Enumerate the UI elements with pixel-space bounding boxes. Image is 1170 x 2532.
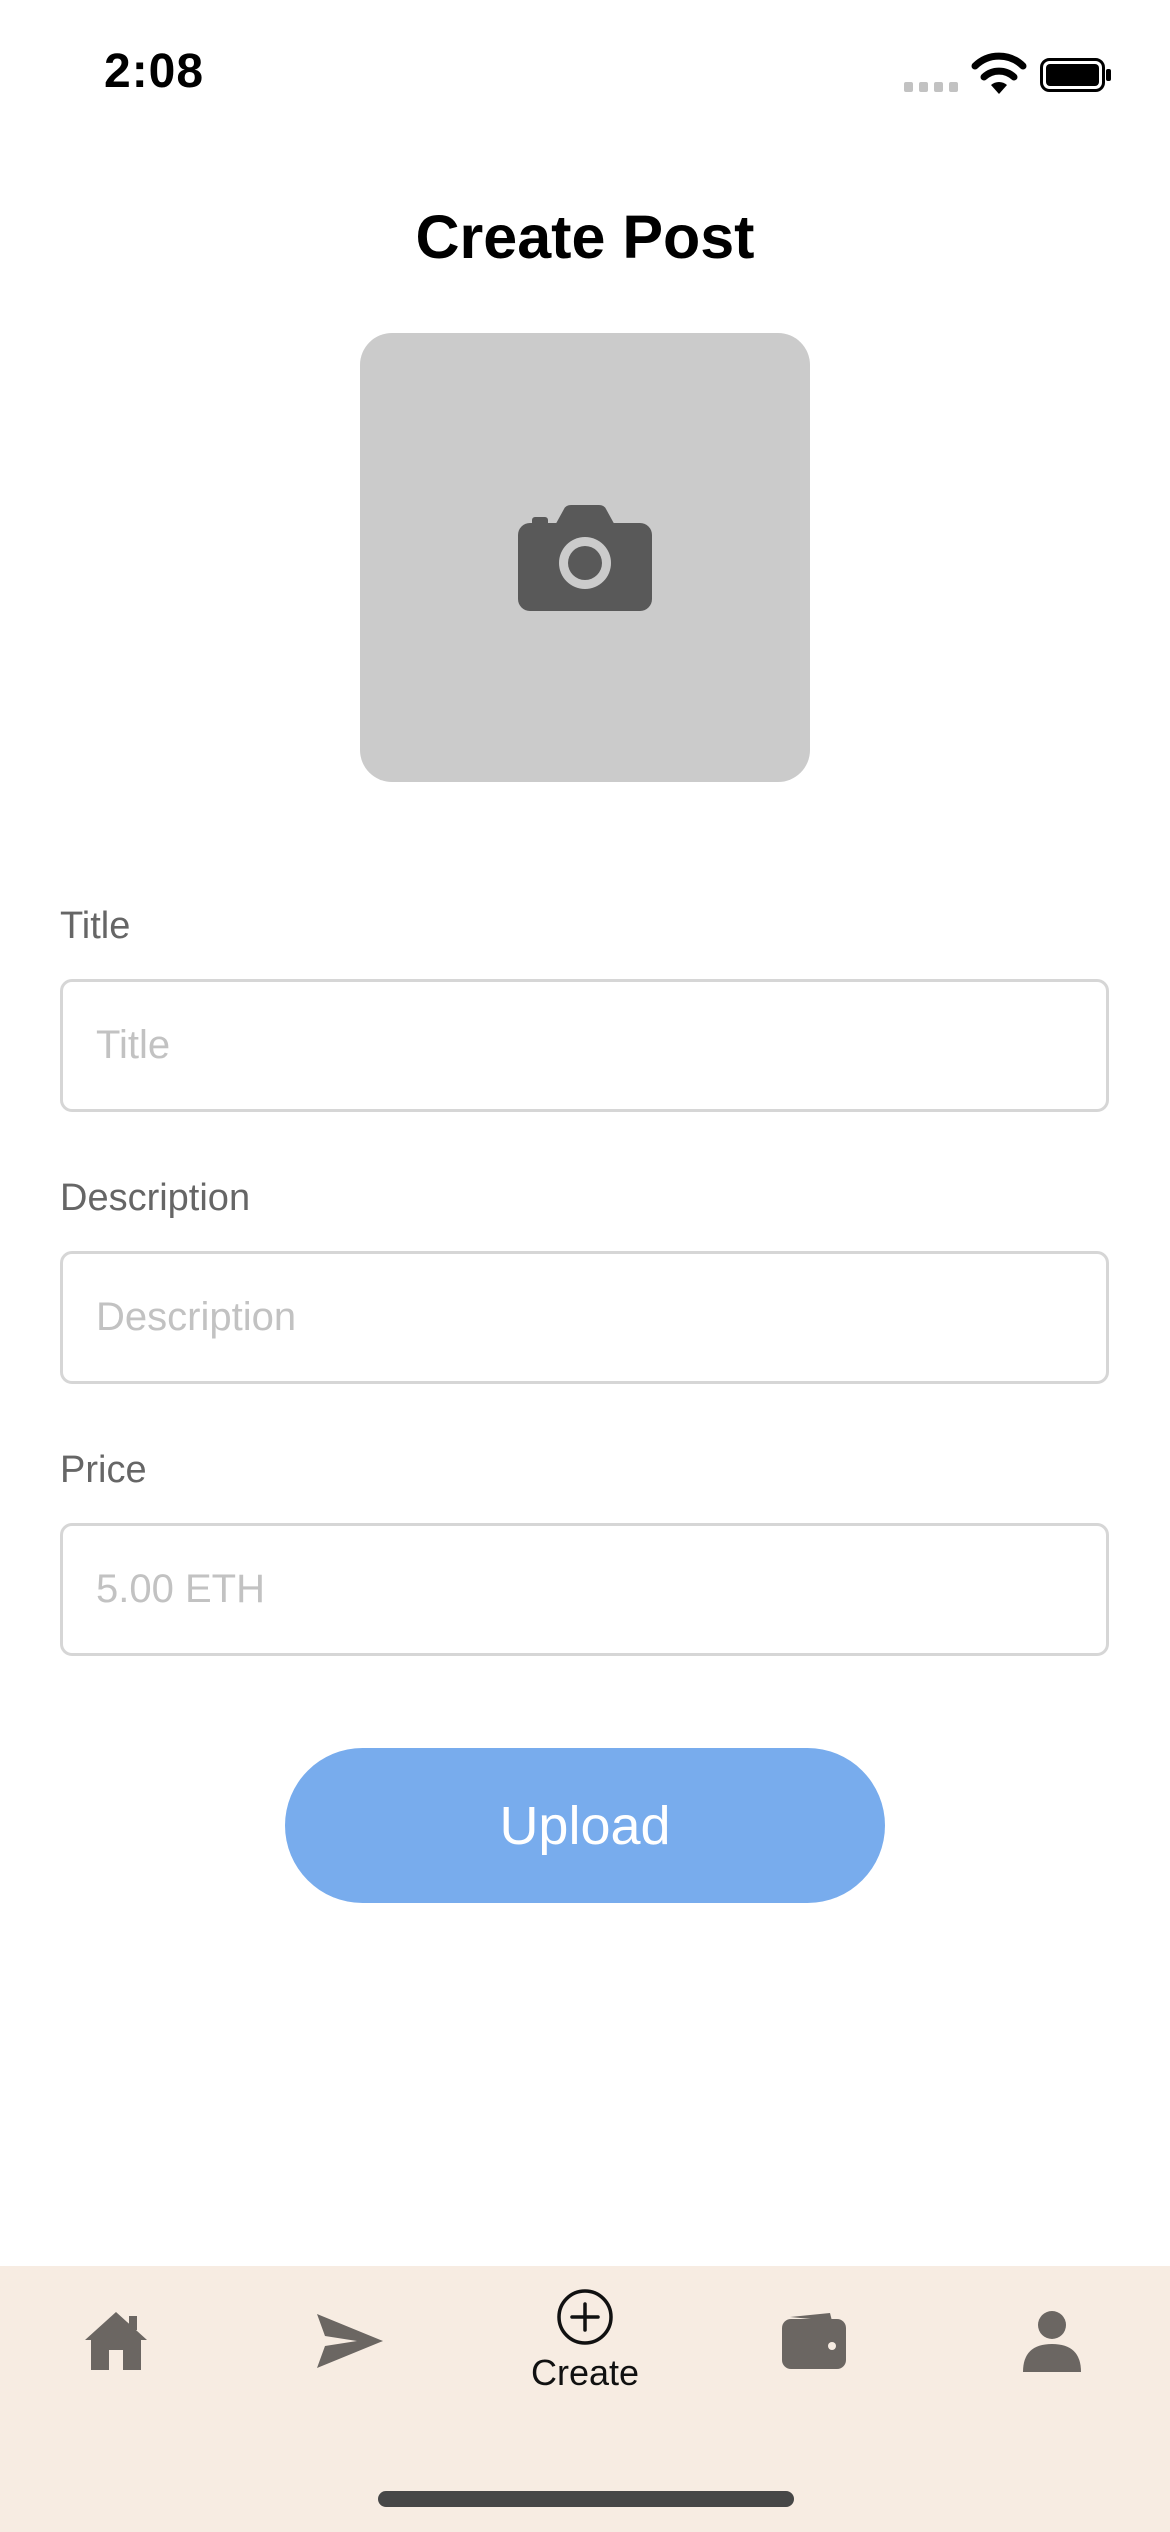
title-input[interactable] (60, 979, 1109, 1112)
price-label: Price (60, 1449, 147, 1491)
wifi-icon (971, 52, 1027, 94)
price-input[interactable] (60, 1523, 1109, 1656)
tab-home[interactable] (36, 2266, 196, 2416)
battery-icon (1040, 58, 1111, 92)
tab-wallet[interactable] (734, 2266, 894, 2416)
tab-create[interactable]: Create (505, 2266, 665, 2416)
image-picker[interactable] (360, 333, 810, 782)
home-indicator (378, 2491, 794, 2507)
title-label: Title (60, 905, 131, 947)
description-input[interactable] (60, 1251, 1109, 1384)
home-icon (85, 2312, 147, 2370)
tab-profile[interactable] (972, 2266, 1132, 2416)
tab-send[interactable] (270, 2266, 430, 2416)
page-title: Create Post (415, 203, 755, 271)
description-label: Description (60, 1177, 251, 1219)
cellular-signal-icon (904, 82, 960, 96)
upload-button[interactable]: Upload (285, 1748, 885, 1903)
status-time: 2:08 (104, 45, 205, 98)
wallet-icon (782, 2313, 846, 2369)
camera-icon (518, 504, 652, 611)
profile-icon (1023, 2311, 1081, 2372)
tab-create-label: Create (530, 2352, 640, 2393)
plus-circle-icon (557, 2289, 613, 2345)
send-icon (317, 2314, 383, 2368)
